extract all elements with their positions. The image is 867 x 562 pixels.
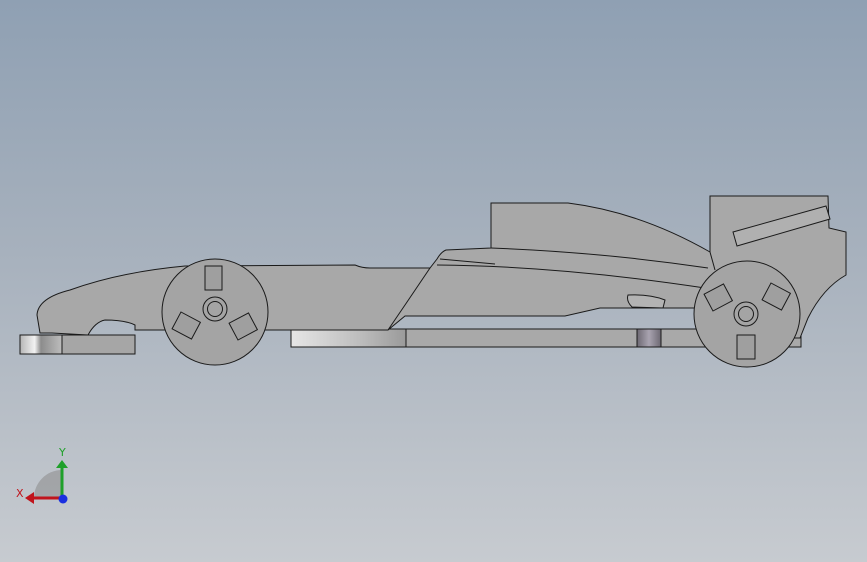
rear-wheel[interactable] bbox=[693, 260, 801, 368]
model-view[interactable]: Y X bbox=[0, 0, 867, 562]
front-wheel-block-top bbox=[204, 265, 223, 291]
front-wheel[interactable] bbox=[161, 258, 269, 366]
triad-plane-disc bbox=[34, 470, 62, 498]
floor-plank-dark-segment bbox=[636, 328, 662, 348]
front-wing-endplate bbox=[19, 334, 63, 355]
y-axis-arrow bbox=[56, 460, 68, 468]
y-axis-label: Y bbox=[58, 446, 66, 459]
front-hub-inner bbox=[207, 301, 223, 317]
x-axis-label: X bbox=[16, 487, 24, 500]
x-axis-arrow bbox=[25, 492, 34, 504]
axis-triad[interactable]: Y X bbox=[16, 446, 68, 504]
rear-hub-inner bbox=[738, 306, 754, 322]
f1-car-model[interactable] bbox=[19, 195, 847, 368]
rear-wheel-block-bottom bbox=[736, 334, 756, 360]
z-axis-dot bbox=[58, 494, 68, 504]
floor-plank-front-highlight bbox=[290, 328, 407, 348]
cad-viewport[interactable]: Y X bbox=[0, 0, 867, 562]
